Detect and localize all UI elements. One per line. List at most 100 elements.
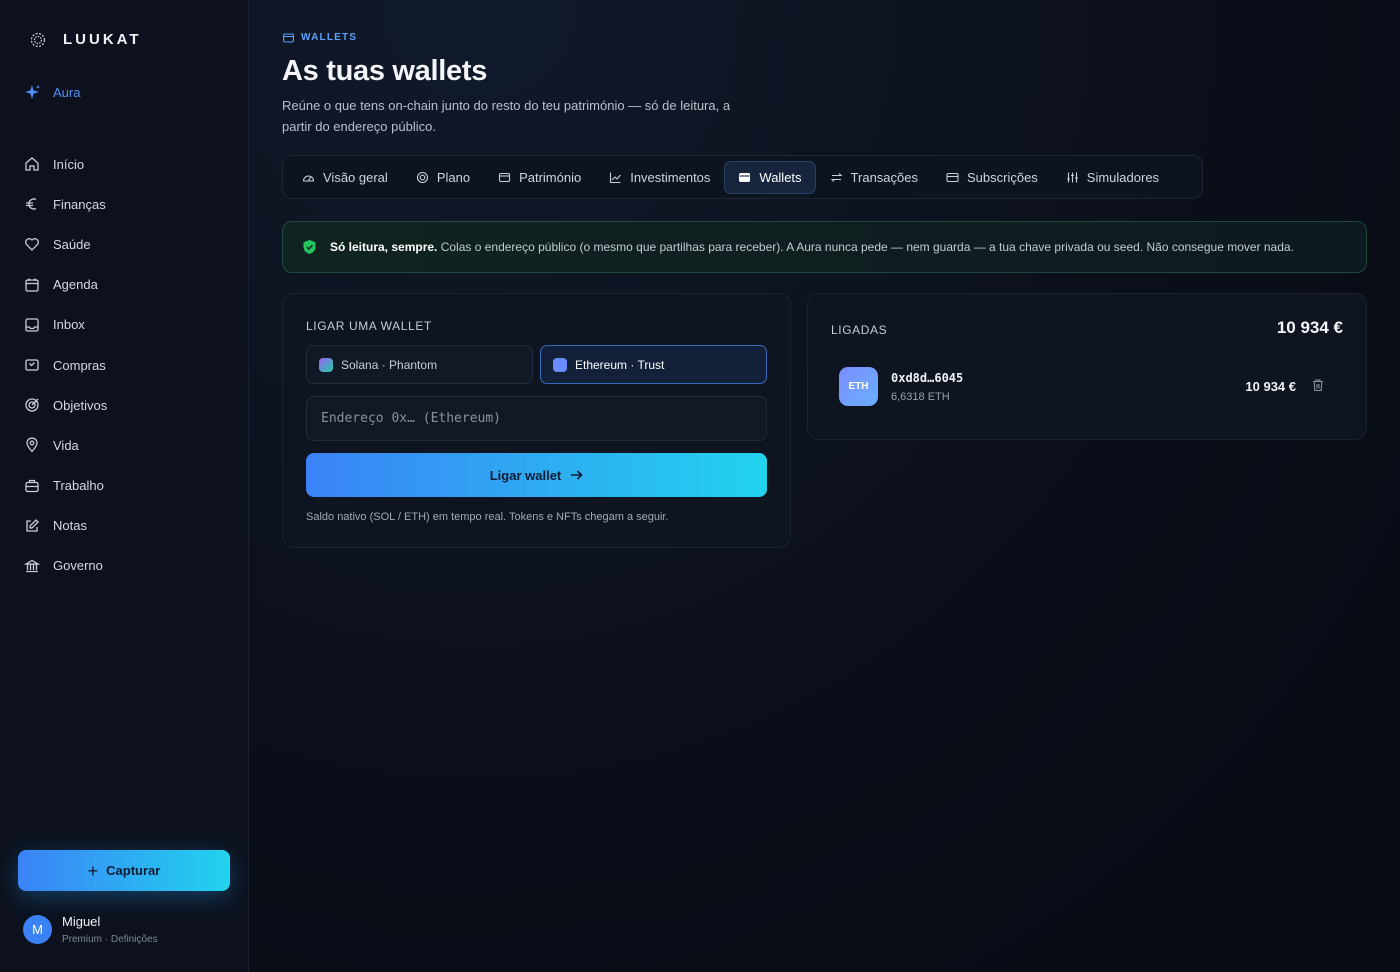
address-input[interactable] [306, 396, 767, 441]
sidebar-item-financas[interactable]: Finanças [24, 184, 234, 224]
tab-label: Transações [850, 169, 918, 185]
sidebar-item-label: Compras [53, 357, 106, 373]
sidebar-item-label: Trabalho [53, 478, 104, 494]
sidebar-item-trabalho[interactable]: Trabalho [24, 466, 234, 506]
euro-icon [26, 198, 37, 210]
wallet-balance: 6,6318 ETH [891, 391, 950, 403]
brand[interactable]: LUUKAT [30, 31, 142, 48]
wallet-value: 10 934 € [1245, 379, 1296, 394]
notice-bold: Só leitura, sempre. [330, 240, 438, 254]
capture-button[interactable]: + Capturar [18, 850, 230, 891]
plus-icon: + [87, 860, 99, 881]
tab-investimentos[interactable]: Investimentos [595, 161, 724, 194]
sidebar-item-inbox[interactable]: Inbox [24, 305, 234, 345]
wallet-icon [499, 172, 511, 182]
target-icon [416, 171, 428, 183]
connect-wallet-button[interactable]: Ligar wallet [306, 453, 767, 497]
eyebrow-label: WALLETS [301, 32, 358, 43]
user-profile[interactable]: M Miguel Premium · Definições [23, 914, 158, 945]
wallet-icon [739, 172, 751, 182]
chain-option-label: Ethereum · Trust [575, 357, 665, 372]
sidebar-item-label: Aura [53, 85, 81, 100]
page-subtitle: Reúne o que tens on-chain junto do resto… [282, 98, 731, 134]
breadcrumb: WALLETS [283, 32, 357, 43]
connect-wallet-label: Ligar wallet [489, 467, 562, 483]
user-name: Miguel [62, 914, 101, 929]
swap-icon [830, 172, 842, 182]
tab-label: Visão geral [323, 169, 388, 185]
app-root: LUUKAT Aura Início Finanças Saúde Agenda… [0, 0, 1400, 972]
tab-visao-geral[interactable]: Visão geral [288, 161, 402, 194]
sidebar-item-compras[interactable]: Compras [24, 345, 234, 385]
wallet-row[interactable]: ETH 0xd8d…6045 6,6318 ETH 10 934 € [839, 367, 1340, 409]
read-only-notice: Só leitura, sempre. Colas o endereço púb… [282, 221, 1367, 273]
card-title: LIGAR UMA WALLET [306, 319, 432, 333]
sidebar-item-label: Vida [53, 437, 79, 453]
notice-text: Só leitura, sempre. Colas o endereço púb… [330, 240, 1294, 254]
sparkle-icon [25, 85, 40, 99]
sidebar-item-governo[interactable]: Governo [24, 546, 234, 586]
tab-wallets[interactable]: Wallets [724, 160, 816, 194]
connect-wallet-card: LIGAR UMA WALLET Solana · Phantom Ethere… [282, 293, 791, 548]
user-subtitle: Premium · Definições [62, 934, 158, 945]
wallet-icon [283, 32, 294, 43]
sliders-icon [1066, 172, 1078, 182]
sidebar-item-aura[interactable]: Aura [24, 84, 80, 101]
linked-total: 10 934 € [1276, 318, 1343, 337]
sidebar-nav: Início Finanças Saúde Agenda Inbox Compr… [24, 144, 234, 586]
sidebar-item-label: Governo [53, 558, 103, 574]
ethereum-icon [553, 357, 567, 372]
tab-bar: Visão geral Plano Património Investiment… [282, 155, 1203, 199]
tab-label: Plano [436, 169, 471, 185]
tab-label: Investimentos [630, 169, 711, 185]
tab-label: Subscrições [966, 169, 1038, 185]
sidebar-item-vida[interactable]: Vida [24, 425, 234, 465]
trash-icon[interactable] [1311, 378, 1325, 392]
home-icon [25, 157, 39, 171]
tab-label: Património [519, 169, 582, 185]
sidebar-item-objetivos[interactable]: Objetivos [24, 385, 234, 425]
sidebar: LUUKAT Aura Início Finanças Saúde Agenda… [0, 0, 249, 972]
card-title: LIGADAS [831, 323, 888, 337]
bank-icon [24, 559, 40, 573]
cart-icon [25, 359, 39, 371]
sidebar-item-label: Finanças [53, 196, 106, 212]
sidebar-item-inicio[interactable]: Início [24, 144, 234, 184]
chain-option-solana[interactable]: Solana · Phantom [306, 345, 533, 384]
tab-subscricoes[interactable]: Subscrições [932, 161, 1052, 194]
sidebar-item-label: Agenda [53, 277, 98, 293]
sidebar-item-saude[interactable]: Saúde [24, 224, 234, 264]
chart-line-icon [610, 172, 622, 183]
briefcase-icon [25, 479, 39, 492]
main-content: WALLETS As tuas wallets Reúne o que tens… [249, 0, 1400, 972]
sidebar-item-label: Início [53, 156, 85, 172]
chain-badge: ETH [839, 367, 878, 406]
heart-icon [25, 238, 39, 252]
sidebar-item-notas[interactable]: Notas [24, 506, 234, 546]
tab-label: Wallets [759, 169, 802, 185]
notice-body: Colas o endereço público (o mesmo que pa… [440, 240, 1294, 254]
brand-name: LUUKAT [63, 31, 142, 48]
sidebar-item-label: Objetivos [53, 397, 108, 413]
pin-icon [26, 437, 38, 453]
tab-patrimonio[interactable]: Património [484, 161, 595, 194]
calendar-icon [25, 278, 39, 292]
chain-option-ethereum[interactable]: Ethereum · Trust [540, 345, 767, 384]
target-icon [25, 398, 39, 412]
sidebar-item-agenda[interactable]: Agenda [24, 265, 234, 305]
helper-text: Saldo nativo (SOL / ETH) em tempo real. … [306, 511, 669, 523]
card-icon [946, 172, 959, 182]
capture-button-label: Capturar [106, 863, 161, 878]
tab-plano[interactable]: Plano [402, 161, 484, 194]
edit-icon [26, 518, 39, 532]
tab-transacoes[interactable]: Transações [816, 161, 932, 194]
chain-option-label: Solana · Phantom [341, 357, 438, 372]
sidebar-item-label: Inbox [53, 317, 85, 333]
sidebar-item-label: Saúde [53, 236, 91, 252]
tab-label: Simuladores [1086, 169, 1160, 185]
sidebar-item-label: Notas [53, 518, 87, 534]
tab-simuladores[interactable]: Simuladores [1052, 161, 1173, 194]
arrow-right-icon [571, 470, 583, 480]
linked-wallets-card: LIGADAS 10 934 € ETH 0xd8d…6045 6,6318 E… [807, 293, 1367, 440]
avatar: M [23, 915, 52, 944]
